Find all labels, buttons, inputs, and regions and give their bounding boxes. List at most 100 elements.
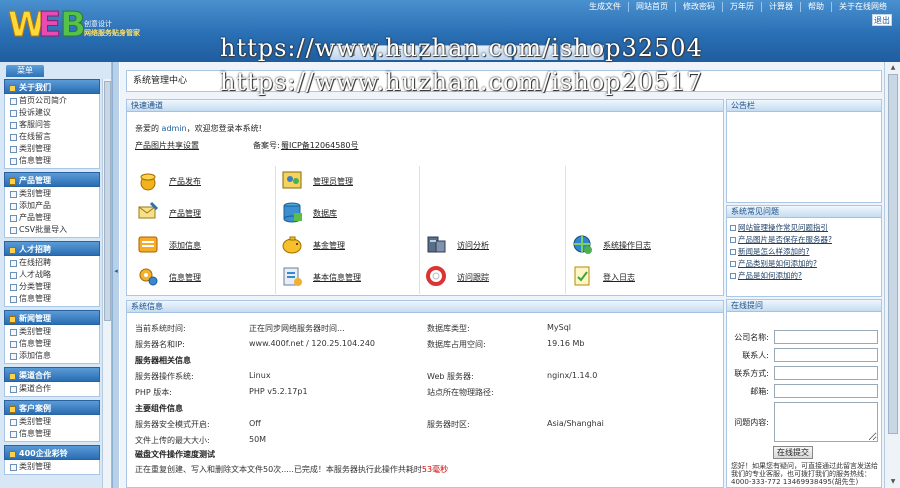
disk-test-time: 53毫秒 (421, 465, 449, 474)
sidebar-item[interactable]: 信息管理 (5, 155, 99, 167)
quick-link[interactable]: 数据库 (277, 198, 417, 228)
nav-tab-5[interactable] (514, 45, 558, 60)
sidebar-item[interactable]: 分类管理 (5, 281, 99, 293)
quick-link-label[interactable]: 系统操作日志 (603, 240, 651, 251)
quick-link[interactable]: 信息管理 (133, 262, 273, 292)
quick-link-label[interactable]: 产品发布 (169, 176, 201, 187)
grid-divider (419, 166, 420, 294)
sidebar-item[interactable]: 信息管理 (5, 338, 99, 350)
quick-link[interactable]: 系统操作日志 (567, 230, 707, 260)
user-name-link[interactable]: admin (162, 124, 187, 133)
quick-link[interactable]: 基金管理 (277, 230, 417, 260)
quick-link-label[interactable]: 管理员管理 (313, 176, 353, 187)
scroll-up-icon[interactable]: ▲ (888, 64, 898, 72)
settings-doc-icon (283, 267, 302, 286)
sidebar-item[interactable]: CSV批量导入 (5, 224, 99, 236)
sidebar-item[interactable]: 添加信息 (5, 350, 99, 362)
sidebar-item[interactable]: 在线留言 (5, 131, 99, 143)
toplink-password[interactable]: 修改密码 (675, 2, 722, 12)
sidebar-item[interactable]: 人才战略 (5, 269, 99, 281)
quick-link-label[interactable]: 产品管理 (169, 208, 201, 219)
sidebar-group-header[interactable]: 产品管理 (4, 172, 100, 187)
toplink-about[interactable]: 关于在线网络 (831, 2, 894, 12)
disk-test-text: 正在重复创建、写入和删除文本文件50次.....已完成！本服务器执行此操作共耗时 (135, 465, 422, 474)
quick-link[interactable]: 访问跟踪 (421, 262, 561, 292)
server-name-label: 服务器名和IP: (135, 340, 185, 349)
toplink-generate[interactable]: 生成文件 (582, 2, 628, 12)
main-scroll-thumb[interactable] (888, 74, 898, 434)
toplink-home[interactable]: 网站首页 (628, 2, 675, 12)
quick-link-label[interactable]: 信息管理 (169, 272, 201, 283)
quick-link[interactable]: 登入日志 (567, 262, 707, 292)
nav-tab-6[interactable] (560, 45, 604, 60)
quick-link-label[interactable]: 访问分析 (457, 240, 489, 251)
nav-tab-3[interactable] (422, 45, 466, 60)
toplink-help[interactable]: 帮助 (800, 2, 831, 12)
faq-item[interactable]: 产品图片是否保存在服务器? (727, 234, 881, 246)
sidebar-item[interactable]: 类别管理 (5, 143, 99, 155)
sidebar-item[interactable]: 渠道合作 (5, 383, 99, 395)
company-input[interactable] (774, 330, 878, 344)
toplink-calendar[interactable]: 万年历 (722, 2, 761, 12)
sidebar-group-header[interactable]: 渠道合作 (4, 367, 100, 382)
sidebar-group-header[interactable]: 关于我们 (4, 79, 100, 94)
quick-link[interactable]: 产品发布 (133, 166, 273, 196)
sidebar-splitter[interactable]: ◂ (112, 62, 119, 488)
faq-item[interactable]: 产品类别是如何添加的? (727, 258, 881, 270)
sidebar-item[interactable]: 类别管理 (5, 188, 99, 200)
sidebar-scroll-thumb[interactable] (104, 81, 111, 321)
nav-tab-4[interactable] (468, 45, 512, 60)
email-input[interactable] (774, 384, 878, 398)
sidebar-group-header[interactable]: 400企业彩铃 (4, 445, 100, 460)
sidebar-scrollbar[interactable] (102, 79, 111, 488)
sidebar-item[interactable]: 信息管理 (5, 293, 99, 305)
nav-tab-1[interactable]: 首 (330, 45, 374, 60)
quick-link[interactable]: 访问分析 (421, 230, 561, 260)
quick-panel: 快速通道 亲爱的 admin，欢迎您登录本系统! 产品图片共享设置 备案号: 蜀… (126, 99, 724, 296)
sidebar-item[interactable]: 客服问答 (5, 119, 99, 131)
quick-link-label[interactable]: 添加信息 (169, 240, 201, 251)
logout-button[interactable]: 退出 (872, 14, 892, 26)
sidebar-item[interactable]: 类别管理 (5, 326, 99, 338)
sidebar-group-header[interactable]: 人才招聘 (4, 241, 100, 256)
product-image-share-link[interactable]: 产品图片共享设置 (135, 140, 199, 151)
question-label: 问题内容: (734, 418, 769, 427)
quick-link[interactable]: 产品管理 (133, 198, 273, 228)
sidebar-item[interactable]: 添加产品 (5, 200, 99, 212)
faq-item[interactable]: 新闻是怎么样添加的? (727, 246, 881, 258)
nav-tab-2[interactable]: 页 (376, 45, 420, 60)
sidebar-item[interactable]: 类别管理 (5, 416, 99, 428)
faq-item[interactable]: 产品是如何添加的? (727, 270, 881, 282)
main-scrollbar[interactable]: ▲ ▼ (884, 62, 900, 488)
record-number-link[interactable]: 蜀ICP备12064580号 (281, 140, 359, 151)
collapse-arrow-icon[interactable]: ◂ (113, 267, 119, 281)
question-textarea[interactable] (774, 402, 878, 442)
toplink-calculator[interactable]: 计算器 (761, 2, 800, 12)
question-header: 在线提问 (727, 300, 881, 312)
quick-link-label[interactable]: 登入日志 (603, 272, 635, 283)
quick-link-label[interactable]: 访问跟踪 (457, 272, 489, 283)
online-question-panel: 在线提问 公司名称: 联系人: 联系方式: 邮箱: 问题内容: 在线提交 您好！… (726, 299, 882, 488)
quick-link-label[interactable]: 基金管理 (313, 240, 345, 251)
sidebar-item[interactable]: 产品管理 (5, 212, 99, 224)
db-size-value: 19.16 Mb (547, 339, 585, 348)
sidebar-item[interactable]: 在线招聘 (5, 257, 99, 269)
quick-link-label[interactable]: 数据库 (313, 208, 337, 219)
quick-link[interactable]: 管理员管理 (277, 166, 417, 196)
sidebar-item[interactable]: 首页公司简介 (5, 95, 99, 107)
quick-link[interactable]: 添加信息 (133, 230, 273, 260)
sidebar-item[interactable]: 投诉建议 (5, 107, 99, 119)
submit-button[interactable]: 在线提交 (773, 446, 813, 459)
contact-input[interactable] (774, 348, 878, 362)
quick-link-label[interactable]: 基本信息管理 (313, 272, 361, 283)
login-log-icon (574, 266, 590, 286)
sidebar-item[interactable]: 信息管理 (5, 428, 99, 440)
current-time-label: 当前系统时间: (135, 324, 186, 333)
sidebar-group-header[interactable]: 新闻管理 (4, 310, 100, 325)
faq-item[interactable]: 网站管理操作常见问题指引 (727, 222, 881, 234)
scroll-down-icon[interactable]: ▼ (888, 478, 898, 486)
phone-input[interactable] (774, 366, 878, 380)
sidebar-group-header[interactable]: 客户案例 (4, 400, 100, 415)
quick-link[interactable]: 基本信息管理 (277, 262, 417, 292)
sidebar-item[interactable]: 类别管理 (5, 461, 99, 473)
